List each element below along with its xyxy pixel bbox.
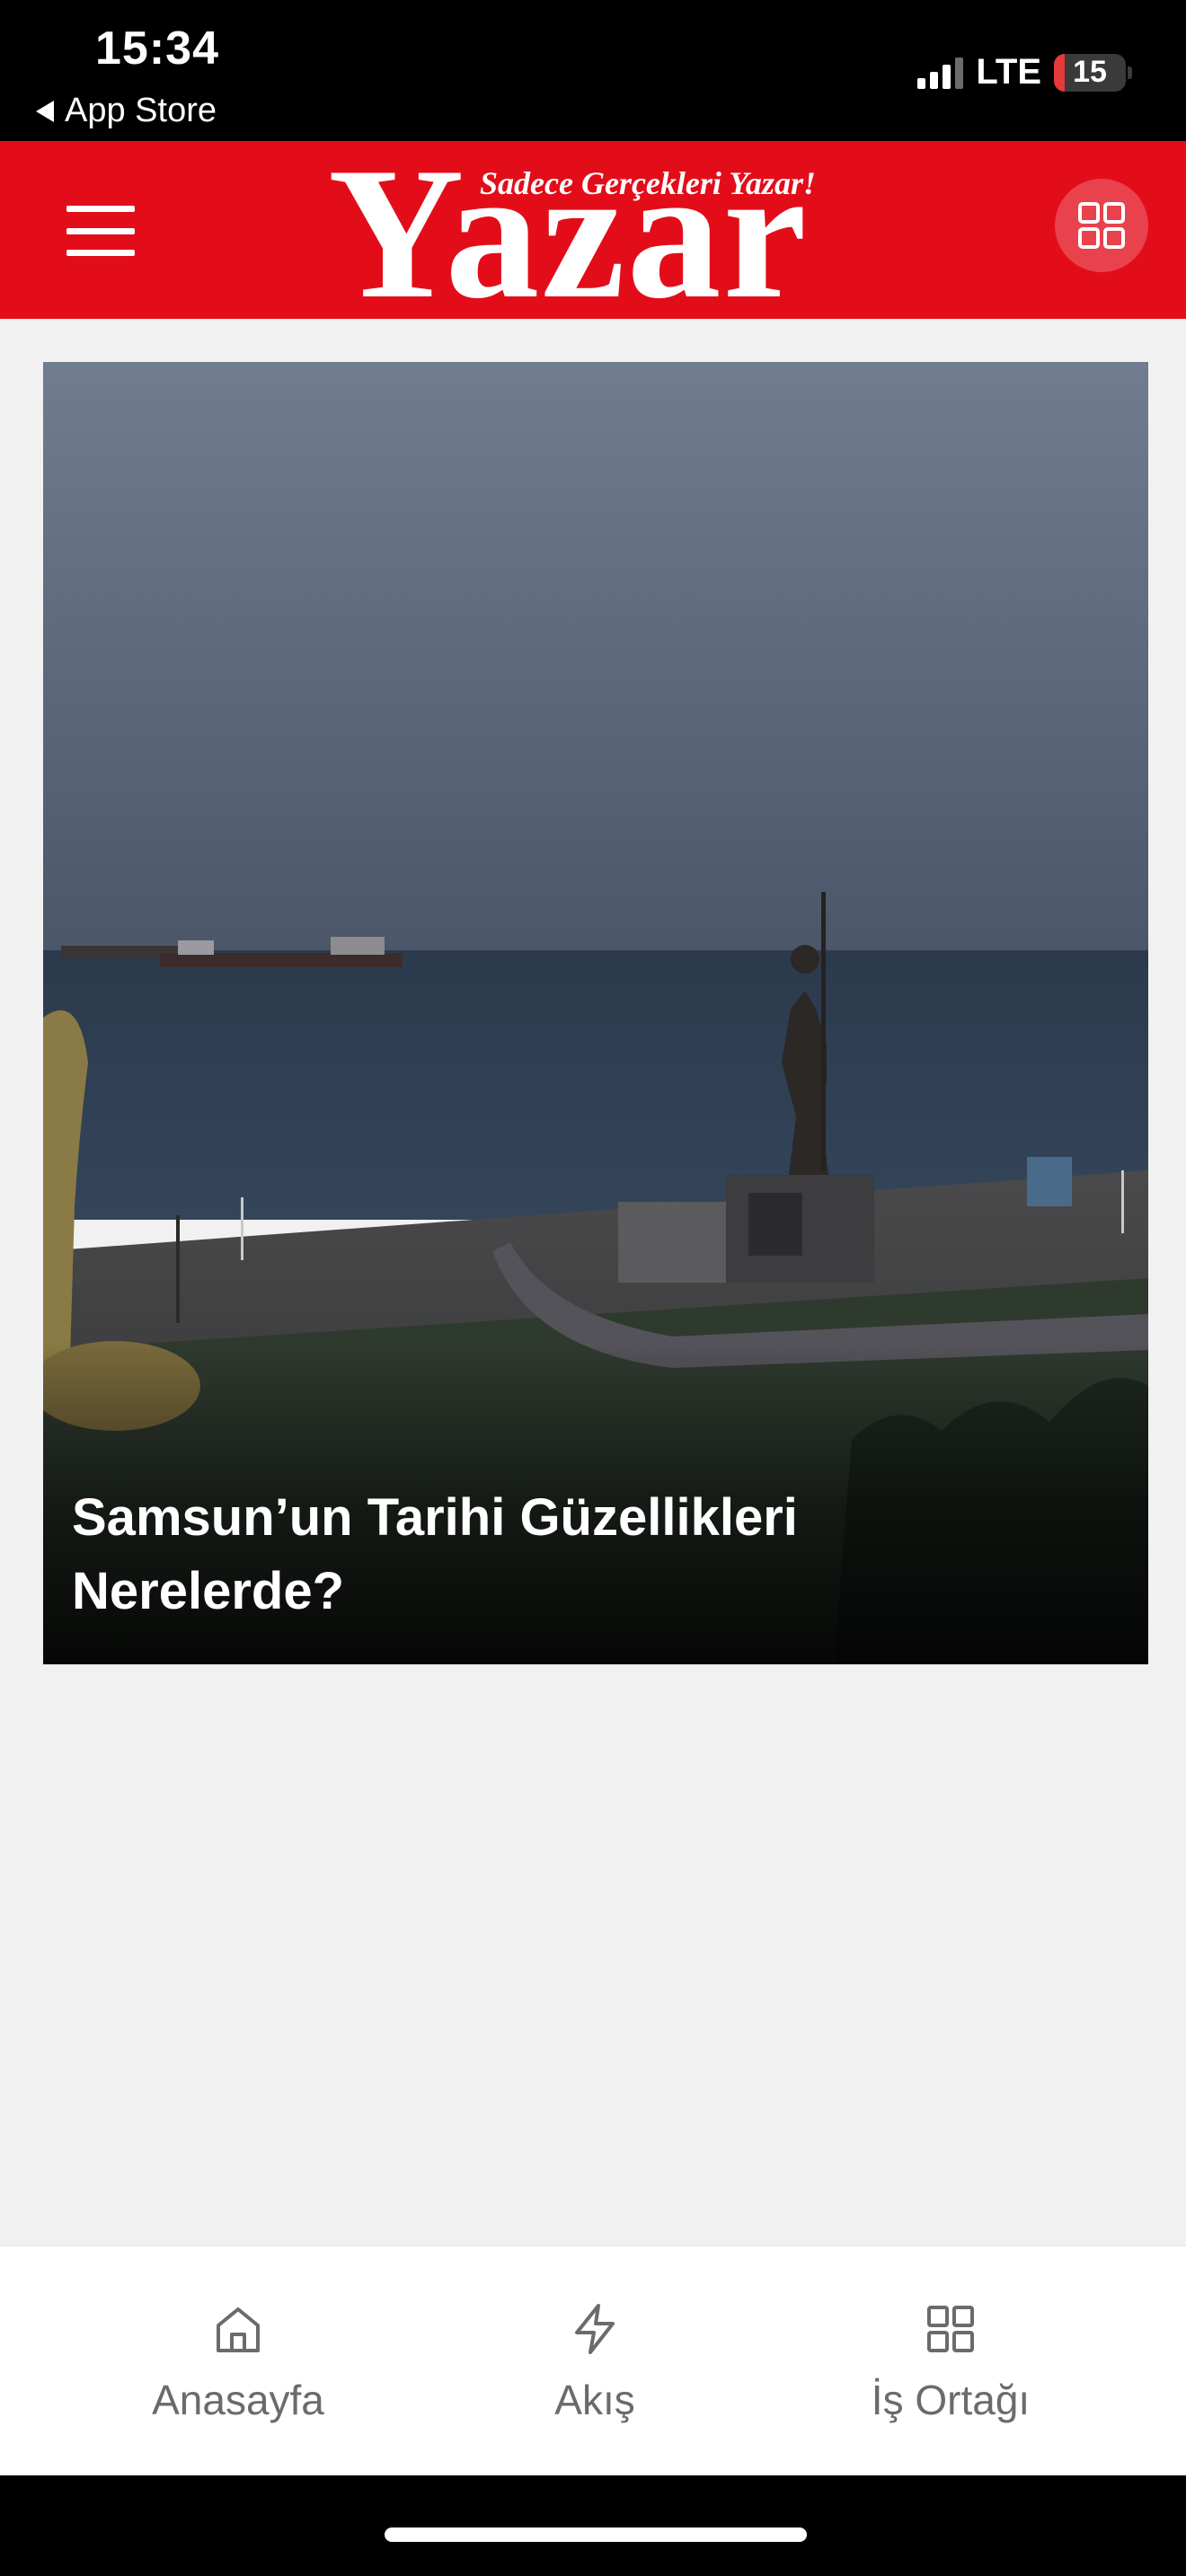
- cellular-signal-icon: [917, 57, 964, 89]
- site-logo[interactable]: Yazar Sadece Gerçekleri Yazar!: [328, 139, 885, 328]
- main-content: Samsun’un Tarihi Güzellikleri Nerelerde?: [0, 319, 1186, 2245]
- back-to-app-store[interactable]: App Store: [36, 92, 217, 130]
- nav-label-anasayfa: Anasayfa: [152, 2377, 324, 2423]
- lightning-icon: [575, 2304, 615, 2354]
- nav-label-is-ortagi: İş Ortağı: [871, 2377, 1031, 2423]
- nav-label-akis: Akış: [554, 2377, 635, 2423]
- home-indicator[interactable]: [385, 2527, 807, 2542]
- home-icon: [217, 2307, 260, 2352]
- hamburger-menu-icon[interactable]: [66, 206, 135, 256]
- battery-level: 15: [1073, 55, 1107, 89]
- nav-item-anasayfa[interactable]: Anasayfa: [103, 2246, 373, 2476]
- battery-icon: 15: [1054, 53, 1126, 92]
- featured-news-card[interactable]: Samsun’un Tarihi Güzellikleri Nerelerde?: [43, 362, 1148, 1664]
- featured-news-title[interactable]: Samsun’un Tarihi Güzellikleri Nerelerde?: [72, 1481, 970, 1628]
- nav-item-akis[interactable]: Akış: [460, 2246, 730, 2476]
- status-time: 15:34: [95, 22, 219, 75]
- nav-item-is-ortagi[interactable]: İş Ortağı: [816, 2246, 1085, 2476]
- status-bar: 15:34 App Store LTE 15: [0, 0, 1186, 141]
- home-indicator-area: [0, 2475, 1186, 2576]
- grid-icon[interactable]: [1055, 179, 1148, 272]
- app-header: Yazar Sadece Gerçekleri Yazar!: [0, 139, 1186, 328]
- battery-cap: [1128, 66, 1132, 79]
- grid-icon: [927, 2306, 974, 2352]
- back-arrow-icon: [36, 100, 54, 122]
- logo-tagline: Sadece Gerçekleri Yazar!: [476, 164, 819, 202]
- grid-icon-svg: [1078, 202, 1125, 249]
- network-type: LTE: [976, 52, 1041, 92]
- status-indicators: LTE 15: [917, 52, 1132, 93]
- battery-fill: [1054, 53, 1065, 92]
- bottom-navigation: Anasayfa Akış İş Ortağı: [0, 2245, 1186, 2475]
- back-label: App Store: [65, 92, 217, 129]
